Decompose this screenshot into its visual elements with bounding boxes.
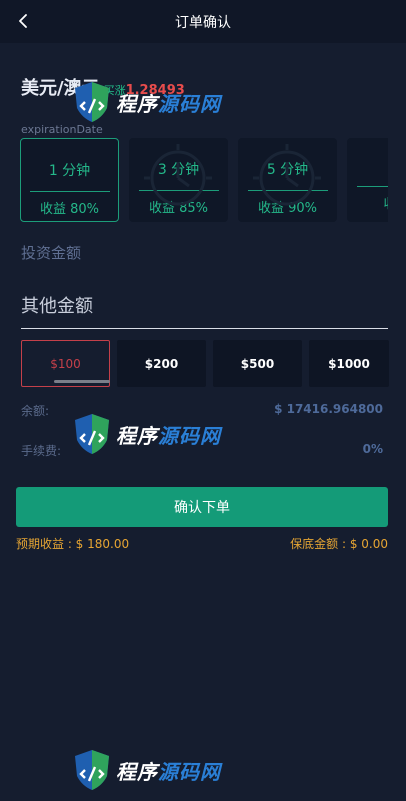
watermark-shield-icon	[75, 750, 109, 790]
divider	[247, 190, 328, 191]
custom-amount-input[interactable]: 其他金额	[21, 292, 388, 329]
duration-return: 收益 80%	[39, 202, 100, 217]
duration-time: 3 分钟	[157, 162, 200, 178]
invest-amount-label: 投资金额	[21, 244, 82, 262]
confirm-order-button[interactable]: 确认下单	[16, 487, 388, 527]
amount-options: $100 $200 $500 $1000	[21, 340, 389, 387]
page-title: 订单确认	[175, 14, 231, 31]
fee-value: 0%	[362, 442, 383, 456]
duration-list: 1 分钟 收益 80% 3 分钟 收益 85% 5 分钟 收益 90%	[20, 138, 388, 222]
duration-option-5min[interactable]: 5 分钟 收益 90%	[238, 138, 337, 222]
duration-return: 收益 85%	[148, 201, 209, 216]
fee-row: 手续费: 0%	[21, 442, 383, 459]
expected-return: 预期收益 : $ 180.00	[16, 537, 130, 551]
amount-option-1000[interactable]: $1000	[309, 340, 389, 387]
expiration-label: expirationDate	[21, 123, 103, 136]
fee-label: 手续费:	[21, 444, 62, 458]
amount-option-200[interactable]: $200	[117, 340, 206, 387]
amount-option-100[interactable]: $100	[21, 340, 110, 387]
duration-option-10min[interactable]: 10 收益	[347, 138, 388, 222]
duration-time: 5 分钟	[266, 162, 309, 178]
balance-label: 余额:	[21, 404, 50, 418]
divider	[29, 191, 110, 192]
watermark: 程序源码网	[72, 748, 221, 792]
back-icon[interactable]	[12, 10, 34, 32]
trend-label: 买涨	[103, 84, 126, 97]
duration-return: 收益 90%	[257, 201, 318, 216]
top-bar: 订单确认	[0, 0, 406, 43]
watermark-text: 程序源码网	[116, 759, 221, 784]
duration-option-3min[interactable]: 3 分钟 收益 85%	[129, 138, 228, 222]
guaranteed-amount: 保底金额 : $ 0.00	[290, 537, 388, 551]
divider	[356, 186, 388, 187]
pair-name: 美元/澳元	[21, 78, 100, 99]
amount-option-500[interactable]: $500	[213, 340, 302, 387]
duration-scroller[interactable]: 1 分钟 收益 80% 3 分钟 收益 85% 5 分钟 收益 90%	[20, 138, 388, 224]
pair-info: 美元/澳元 买涨 1.28493	[21, 74, 185, 100]
divider	[138, 190, 219, 191]
balance-value: $ 17416.964800	[274, 402, 383, 416]
balance-row: 余额: $ 17416.964800	[21, 402, 383, 419]
selected-indicator	[54, 380, 110, 383]
duration-return: 收益	[383, 193, 388, 212]
duration-option-1min[interactable]: 1 分钟 收益 80%	[20, 138, 119, 222]
duration-time: 1 分钟	[48, 163, 91, 179]
current-price: 1.28493	[125, 83, 185, 98]
custom-amount-placeholder: 其他金额	[21, 296, 93, 317]
